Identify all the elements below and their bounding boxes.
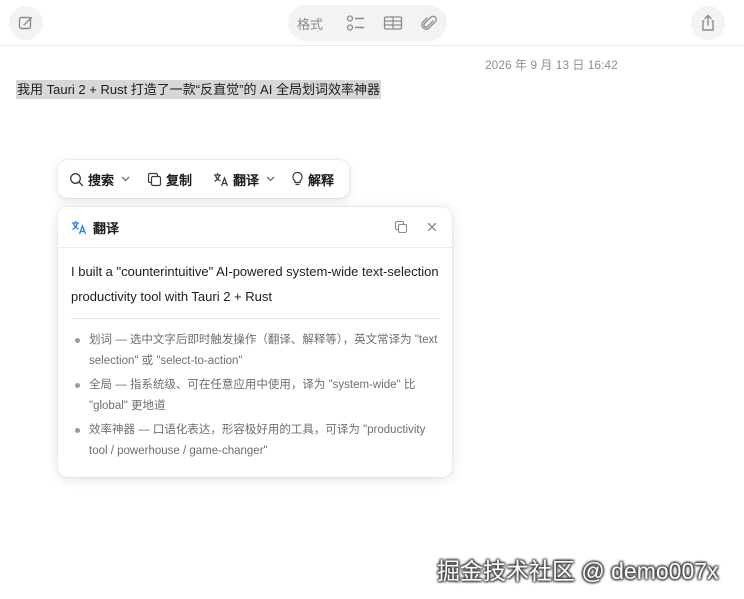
copy-action-label: 复制 (166, 172, 193, 188)
translate-action-label: 翻译 (233, 172, 260, 188)
table-icon[interactable] (374, 8, 410, 38)
copy-icon[interactable] (394, 220, 408, 234)
translate-action-button[interactable]: 翻译 (213, 170, 291, 189)
translate-icon (71, 220, 87, 235)
list-item: 划词 — 选中文字后即时触发操作（翻译、解释等），英文常译为 "text sel… (71, 330, 443, 372)
lightbulb-icon (291, 171, 304, 187)
translation-panel-header: 翻译 (58, 207, 452, 248)
selection-action-bar: 搜索 复制 翻译 解释 (58, 160, 349, 198)
translation-panel-title: 翻译 (93, 220, 120, 236)
close-icon[interactable] (425, 220, 439, 234)
compose-button[interactable] (9, 6, 43, 40)
share-icon (700, 14, 716, 32)
search-action-button[interactable]: 搜索 (69, 170, 147, 189)
note-timestamp: 2026 年 9 月 13 日 16:42 (485, 58, 618, 72)
chevron-down-icon[interactable] (121, 176, 130, 182)
search-action-label: 搜索 (88, 172, 115, 188)
notes-toolbar: 格式 (0, 0, 744, 46)
share-button[interactable] (691, 6, 725, 40)
note-selected-text[interactable]: 我用 Tauri 2 + Rust 打造了一款“反直觉”的 AI 全局划词效率神… (16, 80, 381, 99)
translation-panel: 翻译 I built a "counterintuitive" AI-power… (58, 207, 452, 477)
list-item: 全局 — 指系统级、可在任意应用中使用，译为 "system-wide" 比 "… (71, 375, 443, 417)
format-toolbar-group: 格式 (288, 5, 447, 41)
translation-result[interactable]: I built a "counterintuitive" AI-powered … (71, 259, 443, 309)
paperclip-icon[interactable] (411, 8, 447, 38)
format-button[interactable]: 格式 (297, 14, 338, 33)
list-item: 效率神器 — 口语化表达，形容极好用的工具，可译为 "productivity … (71, 420, 443, 462)
translate-icon (213, 172, 229, 187)
checklist-icon[interactable] (338, 8, 374, 38)
copy-action-button[interactable]: 复制 (147, 170, 213, 189)
translation-notes: 划词 — 选中文字后即时触发操作（翻译、解释等），英文常译为 "text sel… (71, 330, 443, 465)
explain-action-button[interactable]: 解释 (291, 170, 334, 189)
explain-action-label: 解释 (308, 172, 335, 188)
compose-icon (18, 15, 34, 31)
copy-icon (147, 172, 162, 187)
divider (71, 318, 439, 319)
watermark: 掘金技术社区 @ demo007x (437, 558, 719, 584)
chevron-down-icon[interactable] (266, 176, 275, 182)
search-icon (69, 172, 84, 187)
